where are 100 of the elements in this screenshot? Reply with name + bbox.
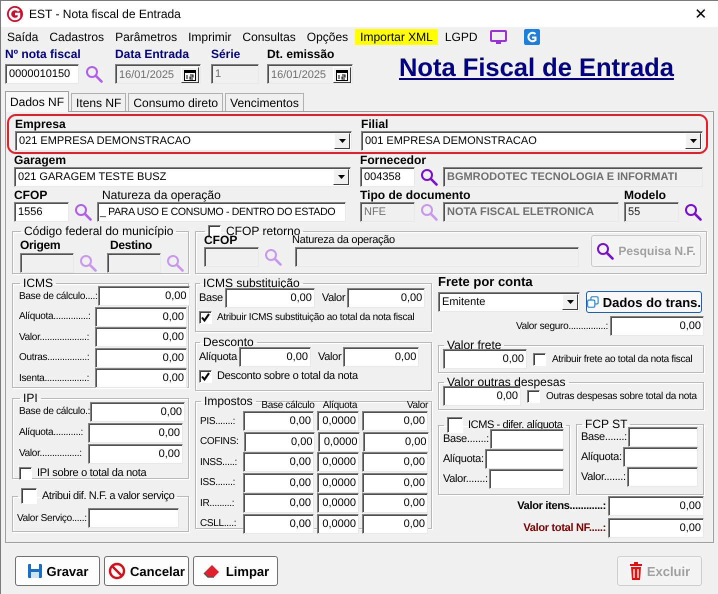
input-field[interactable] (484, 449, 564, 469)
operation-field[interactable]: _ PARA USO E CONSUMO - DENTRO DO ESTADO (97, 202, 346, 222)
monitor-icon[interactable] (490, 30, 507, 44)
clear-button[interactable]: Limpar (193, 556, 278, 586)
app-icon[interactable] (524, 28, 540, 44)
input-field[interactable]: 0,00 (88, 444, 183, 464)
tab[interactable]: Dados NF (5, 91, 70, 112)
dropdown-button[interactable] (562, 294, 578, 310)
cancel-button[interactable]: Cancelar (104, 556, 189, 586)
dropdown[interactable]: Emitente (438, 292, 580, 312)
menu-item[interactable]: Saída (3, 28, 42, 44)
supplier-name-field[interactable]: BGMRODOTEC TECNOLOGIA E INFORMATI (443, 167, 703, 187)
input-field[interactable] (628, 427, 698, 447)
input-field[interactable]: 1 (211, 64, 259, 84)
transport-button[interactable]: Dados do trans. (586, 291, 702, 313)
input-field[interactable]: 0,00 (90, 402, 186, 422)
input-field[interactable]: 0,0000 (317, 493, 359, 514)
input-field[interactable] (488, 469, 564, 489)
dropdown-button[interactable] (333, 169, 349, 185)
search-icon[interactable] (85, 65, 103, 83)
input-field[interactable]: 0,00 (243, 411, 314, 432)
tab[interactable]: Consumo direto (128, 93, 224, 111)
input-field[interactable]: 0,00 (224, 288, 315, 308)
menu-item[interactable]: LGPD (440, 28, 482, 44)
input-field[interactable]: 0,0000 (317, 472, 359, 493)
input-field[interactable]: 0,00 (362, 493, 428, 514)
input-field[interactable]: 0,00 (362, 472, 428, 493)
input-field[interactable]: 0,00 (363, 432, 430, 452)
checkbox[interactable] (533, 352, 546, 366)
calendar-button[interactable] (181, 67, 199, 83)
input-field[interactable]: 0,00 (95, 348, 187, 368)
calendar-button[interactable] (333, 67, 351, 83)
input-field[interactable]: 004358 (360, 167, 415, 187)
checkbox[interactable] (199, 311, 212, 324)
menu-item[interactable]: Opções (302, 28, 352, 44)
document-type-field[interactable]: NOTA FISCAL ELETRONICA (443, 202, 619, 222)
menu-item[interactable]: Parâmetros (111, 28, 182, 44)
input-field[interactable]: 0000010150 (5, 64, 79, 84)
input-field[interactable] (107, 253, 161, 273)
field-label: Valor seguro...............: (516, 320, 608, 332)
input-field[interactable] (295, 247, 579, 267)
input-field[interactable] (622, 447, 698, 467)
menu-item[interactable]: Imprimir (184, 28, 236, 44)
input-field[interactable]: 0,00 (610, 316, 704, 336)
input-field[interactable]: 0,00 (95, 368, 187, 388)
close-button[interactable]: ✕ (693, 5, 709, 23)
input-field[interactable]: 0,00 (243, 493, 314, 514)
menu-item[interactable]: Cadastros (45, 28, 108, 44)
search-icon[interactable] (74, 203, 92, 221)
field-label: Frete por conta (438, 275, 534, 288)
input-field[interactable]: 0,00 (243, 452, 314, 472)
input-field[interactable] (88, 508, 179, 528)
dropdown[interactable]: 021 EMPRESA DEMONSTRACAO (15, 131, 352, 151)
input-field[interactable]: 0,00 (244, 432, 316, 452)
tab[interactable]: Vencimentos (225, 93, 304, 111)
input-field[interactable]: 0,00 (443, 349, 527, 369)
input-field[interactable]: 0,00 (88, 422, 183, 442)
input-field[interactable]: 1556 (14, 202, 69, 222)
dropdown-button[interactable] (685, 133, 701, 149)
save-button[interactable]: Gravar (15, 556, 100, 586)
date-field[interactable]: 16/01/2025 (115, 64, 201, 84)
date-field[interactable]: 16/01/2025 (267, 64, 353, 84)
search-icon[interactable] (420, 168, 438, 186)
checkbox[interactable] (199, 370, 212, 383)
input-field[interactable]: 0,00 (238, 347, 311, 367)
tab[interactable]: Itens NF (71, 93, 126, 111)
input-field[interactable]: 0,0000 (317, 452, 360, 472)
dropdown-button[interactable] (334, 133, 350, 149)
input-field[interactable]: 0,00 (95, 306, 187, 327)
input-field[interactable]: 0,0000 (318, 432, 360, 452)
search-icon[interactable] (684, 203, 702, 221)
input-field[interactable]: 0,00 (98, 286, 190, 306)
input-field[interactable]: 0,00 (362, 411, 428, 432)
checkbox[interactable] (527, 390, 540, 402)
input-field[interactable]: 0,00 (362, 514, 428, 534)
checkbox[interactable] (208, 224, 221, 238)
input-field[interactable] (20, 253, 74, 273)
input-field[interactable]: 0,00 (608, 496, 704, 516)
input-field[interactable]: 0,00 (362, 452, 428, 472)
checkbox[interactable] (21, 488, 37, 504)
input-field[interactable] (490, 429, 564, 449)
checkbox[interactable] (447, 417, 463, 433)
menu-item[interactable]: Consultas (238, 28, 300, 44)
checkbox[interactable] (19, 467, 32, 480)
input-field[interactable] (204, 247, 259, 267)
input-field[interactable]: 0,00 (443, 386, 521, 406)
input-field[interactable] (626, 467, 698, 487)
input-field[interactable]: 0,00 (343, 347, 420, 367)
input-field[interactable]: 0,0000 (317, 411, 359, 432)
dropdown[interactable]: 001 EMPRESA DEMONSTRACAO (361, 131, 703, 151)
input-field[interactable]: 0,00 (347, 288, 426, 308)
input-field[interactable]: 0,00 (608, 518, 704, 538)
input-field[interactable]: NFE (360, 202, 415, 222)
input-field[interactable]: 0,00 (243, 472, 314, 493)
input-field[interactable]: 0,0000 (317, 514, 359, 534)
input-field[interactable]: 0,00 (95, 327, 187, 348)
menu-item[interactable]: Importar XML (355, 28, 438, 44)
input-field[interactable]: 0,00 (243, 514, 314, 534)
dropdown[interactable]: 021 GARAGEM TESTE BUSZ (14, 167, 351, 187)
input-field[interactable]: 55 (624, 202, 679, 222)
